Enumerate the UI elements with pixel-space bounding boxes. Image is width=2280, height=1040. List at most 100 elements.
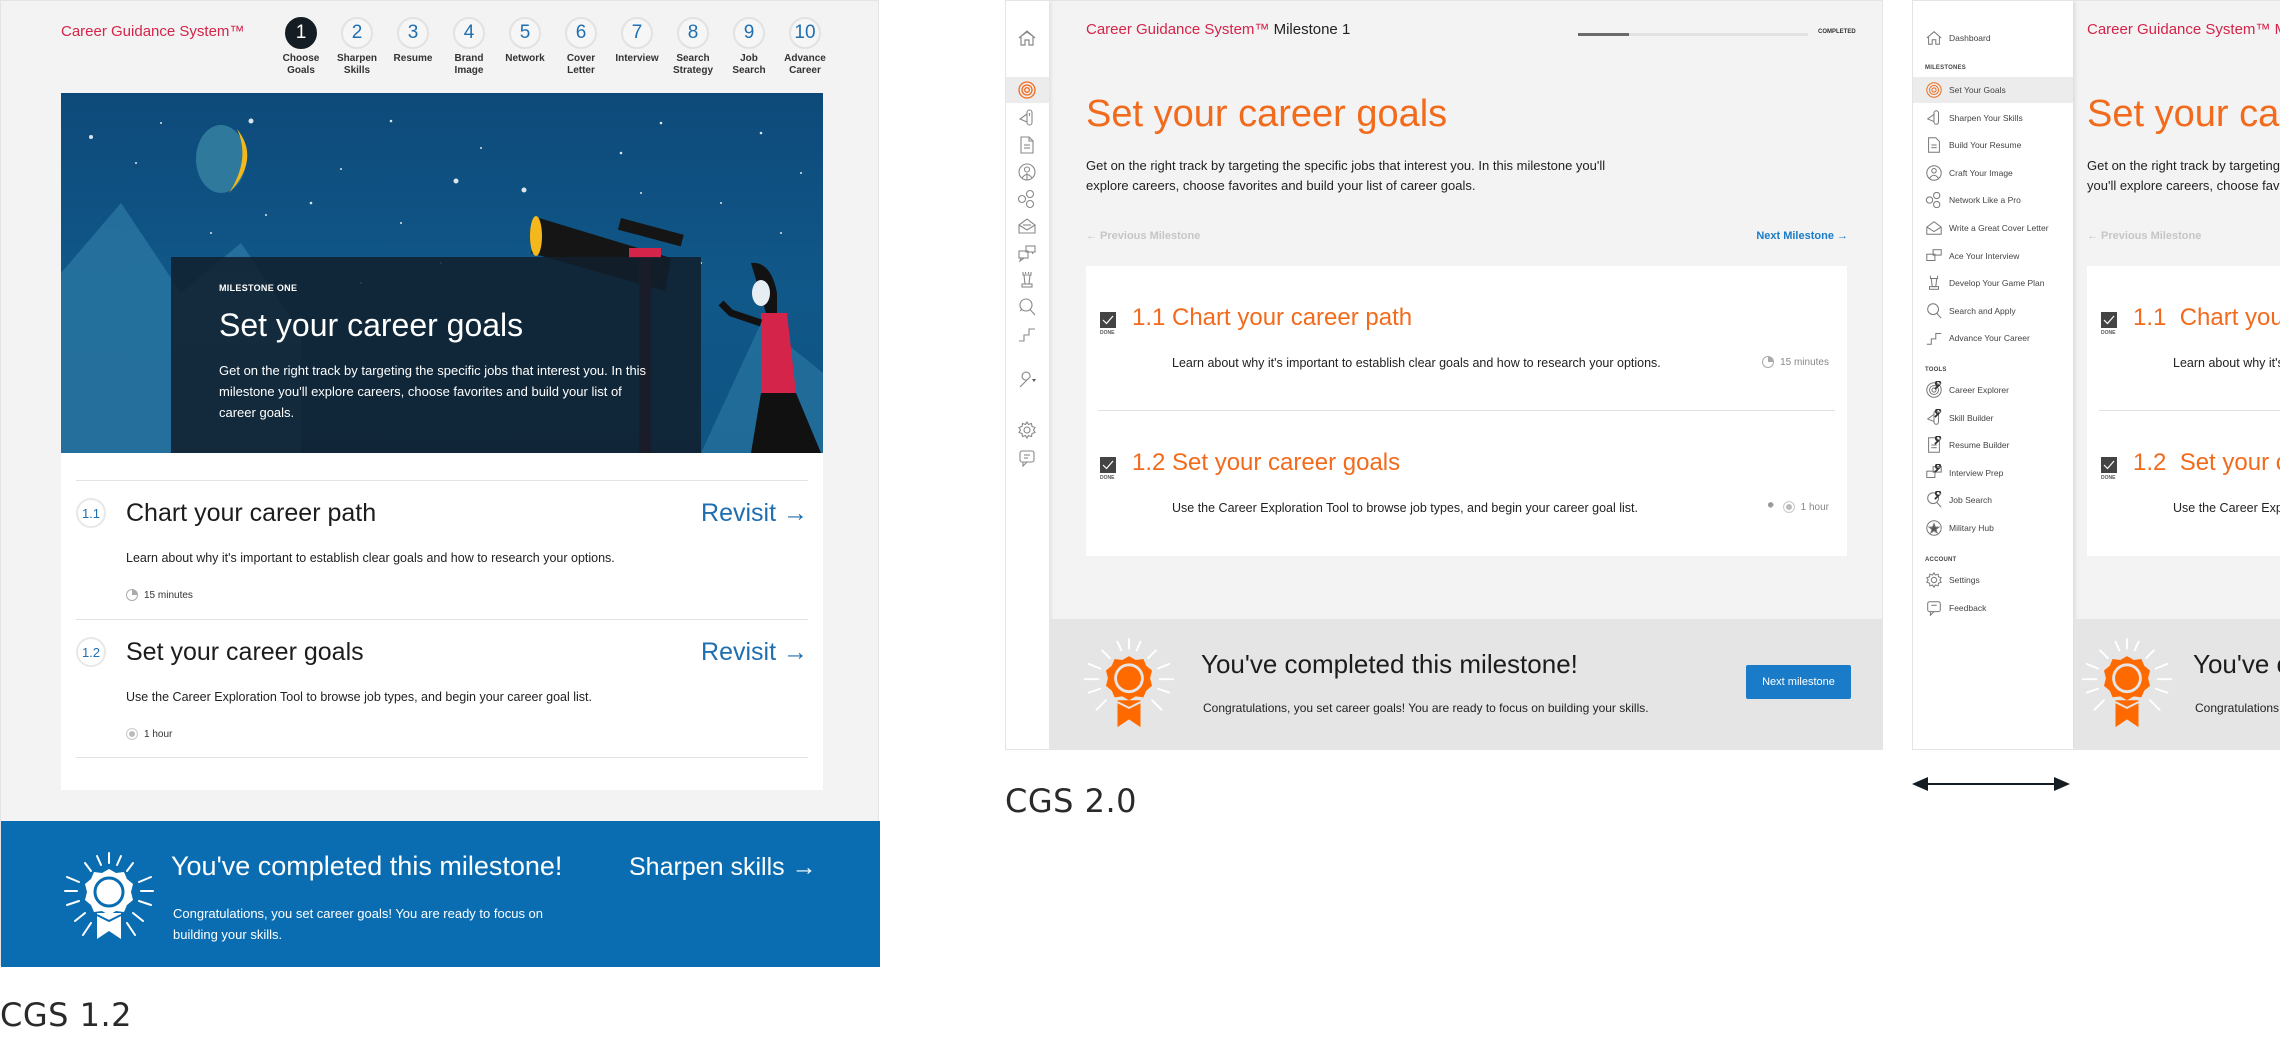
milestone-label: Milestone 1 [1273,21,1351,38]
done-label: DONE [1100,475,1115,481]
step-label: Advance Career [784,53,826,76]
sidebar-item[interactable]: Sharpen Your Skills [1913,105,2073,131]
sidebar-item[interactable]: Advance Your Career [1913,325,2073,351]
network-icon[interactable] [1016,188,1038,210]
progress-fill [1578,33,1629,36]
sharpen-skills-link[interactable]: Sharpen skills → [629,853,817,882]
sidebar-item[interactable]: Write a Great Cover Letter [1913,215,2073,241]
completion-title: You've completed this milestone! [2193,649,2280,679]
sidebar-item[interactable]: Build Your Resume [1913,132,2073,158]
moon-icon [196,125,248,193]
done-checkbox[interactable] [2101,312,2117,328]
lesson-title[interactable]: 1.2 Set your career goals [2133,449,2280,477]
step-label: Search Strategy [672,53,713,76]
feedback-icon [1927,600,1941,616]
sidebar-item[interactable]: Craft Your Image [1913,160,2073,186]
page-header: Career Guidance System™ Milestone 1 [1086,21,1350,38]
milestone-step[interactable]: 4 Brand Image [441,17,497,77]
milestone-step[interactable]: 2 Sharpen Skills [329,17,385,77]
search-wrench-icon [1927,491,1942,508]
revisit-link[interactable]: Revisit → [701,499,808,528]
document-icon [1928,137,1940,153]
lesson-item: 1.1 Chart your career path Revisit → Lea… [76,480,808,619]
next-milestone-button[interactable]: Next milestone [1746,665,1851,699]
sidebar-item[interactable]: Set Your Goals [1913,77,2073,103]
next-milestone-link[interactable]: Next Milestone → [1756,230,1848,242]
lesson-title[interactable]: Set your career goals [1172,449,1400,477]
step-label: Interview [615,53,659,64]
lesson-description: Learn about why it's important to establ… [1172,356,1661,370]
checkmark-icon [1102,315,1114,325]
feedback-icon[interactable] [1016,447,1038,469]
icon-rail [1006,1,1049,749]
sidebar-item-label: Settings [1949,575,1980,585]
step-number: 8 [677,17,709,49]
document-icon[interactable] [1016,134,1038,156]
sidebar-item-label: Build Your Resume [1949,140,2022,151]
knife-icon[interactable] [1016,107,1038,129]
home-icon[interactable] [1016,27,1038,49]
person-icon[interactable] [1016,161,1038,183]
sidebar-item-label: Network Like a Pro [1949,195,2021,206]
previous-milestone-link[interactable]: ← Previous Milestone [2087,230,2201,242]
envelope-icon[interactable] [1016,215,1038,237]
search-icon [1927,303,1942,319]
brand-logo[interactable]: Career Guidance System™ [1086,21,1269,38]
tools-menu-icon[interactable] [1016,370,1038,392]
milestone-step[interactable]: 7 Interview [609,17,665,77]
sidebar-item[interactable]: Career Explorer [1913,377,2073,403]
search-icon[interactable] [1016,296,1038,318]
chat-icon[interactable] [1016,242,1038,264]
sidebar-item-label: Craft Your Image [1949,167,2013,178]
gear-icon[interactable] [1016,419,1038,441]
sidebar-item[interactable]: Dashboard [1913,25,2073,51]
revisit-link[interactable]: Revisit → [701,638,808,667]
sidebar-item[interactable]: Job Search [1913,487,2073,513]
award-badge-icon [64,852,154,939]
sidebar-item[interactable]: Resume Builder [1913,432,2073,458]
sidebar-item-label: Set Your Goals [1949,85,2006,95]
lesson-title[interactable]: Chart your career path [1172,304,1412,332]
completion-description: Congratulations, you set career goals! Y… [173,906,544,942]
sidebar-item-label: Resume Builder [1949,440,2010,451]
sidebar-item[interactable]: Search and Apply [1913,298,2073,324]
sidebar-item[interactable]: Feedback [1913,595,2073,621]
milestone-step[interactable]: 10 Advance Career [777,17,833,77]
sidebar-section-heading: ACCOUNT [1925,557,1957,563]
chess-rook-icon[interactable] [1016,269,1038,291]
step-number: 2 [341,17,373,49]
lesson-title[interactable]: 1.1 Chart your career path [2133,304,2280,332]
milestone-step[interactable]: 6 Cover Letter [553,17,609,77]
sidebar-section-heading: MILESTONES [1925,65,1966,71]
lesson-duration: 1 hour [126,728,172,740]
sidebar-item[interactable]: Develop Your Game Plan [1913,270,2073,296]
sidebar-item[interactable]: Ace Your Interview [1913,243,2073,269]
wrench-icon[interactable] [1766,501,1777,513]
version-caption: CGS 1.2 [0,996,133,1034]
hero-banner: MILESTONE ONE Set your career goals Get … [61,93,823,453]
previous-milestone-link[interactable]: ← Previous Milestone [1086,230,1200,242]
done-checkbox[interactable] [1100,312,1116,328]
target-icon[interactable] [1016,79,1038,101]
sidebar-item[interactable]: Interview Prep [1913,460,2073,486]
duration-text: 1 hour [144,728,173,740]
lesson-number-badge: 1.2 [76,637,106,667]
checkmark-icon [2103,460,2115,470]
star-icon [1926,520,1942,536]
sidebar-item[interactable]: Military Hub [1913,515,2073,541]
milestone-step[interactable]: 9 Job Search [721,17,777,77]
sidebar-item[interactable]: Skill Builder [1913,405,2073,431]
lesson-item: 1.2 Set your career goals Revisit → Use … [76,619,808,758]
done-checkbox[interactable] [2101,457,2117,473]
duration-text: 15 minutes [144,589,193,601]
stairs-icon[interactable] [1016,323,1038,345]
chat-icon [1926,248,1942,261]
milestone-step[interactable]: 1 Choose Goals [273,17,329,77]
done-checkbox[interactable] [1100,457,1116,473]
brand-logo[interactable]: Career Guidance System™ [61,23,244,40]
milestone-step[interactable]: 8 Search Strategy [665,17,721,77]
milestone-step[interactable]: 5 Network [497,17,553,77]
milestone-step[interactable]: 3 Resume [385,17,441,77]
sidebar-item[interactable]: Network Like a Pro [1913,187,2073,213]
sidebar-item[interactable]: Settings [1913,567,2073,593]
